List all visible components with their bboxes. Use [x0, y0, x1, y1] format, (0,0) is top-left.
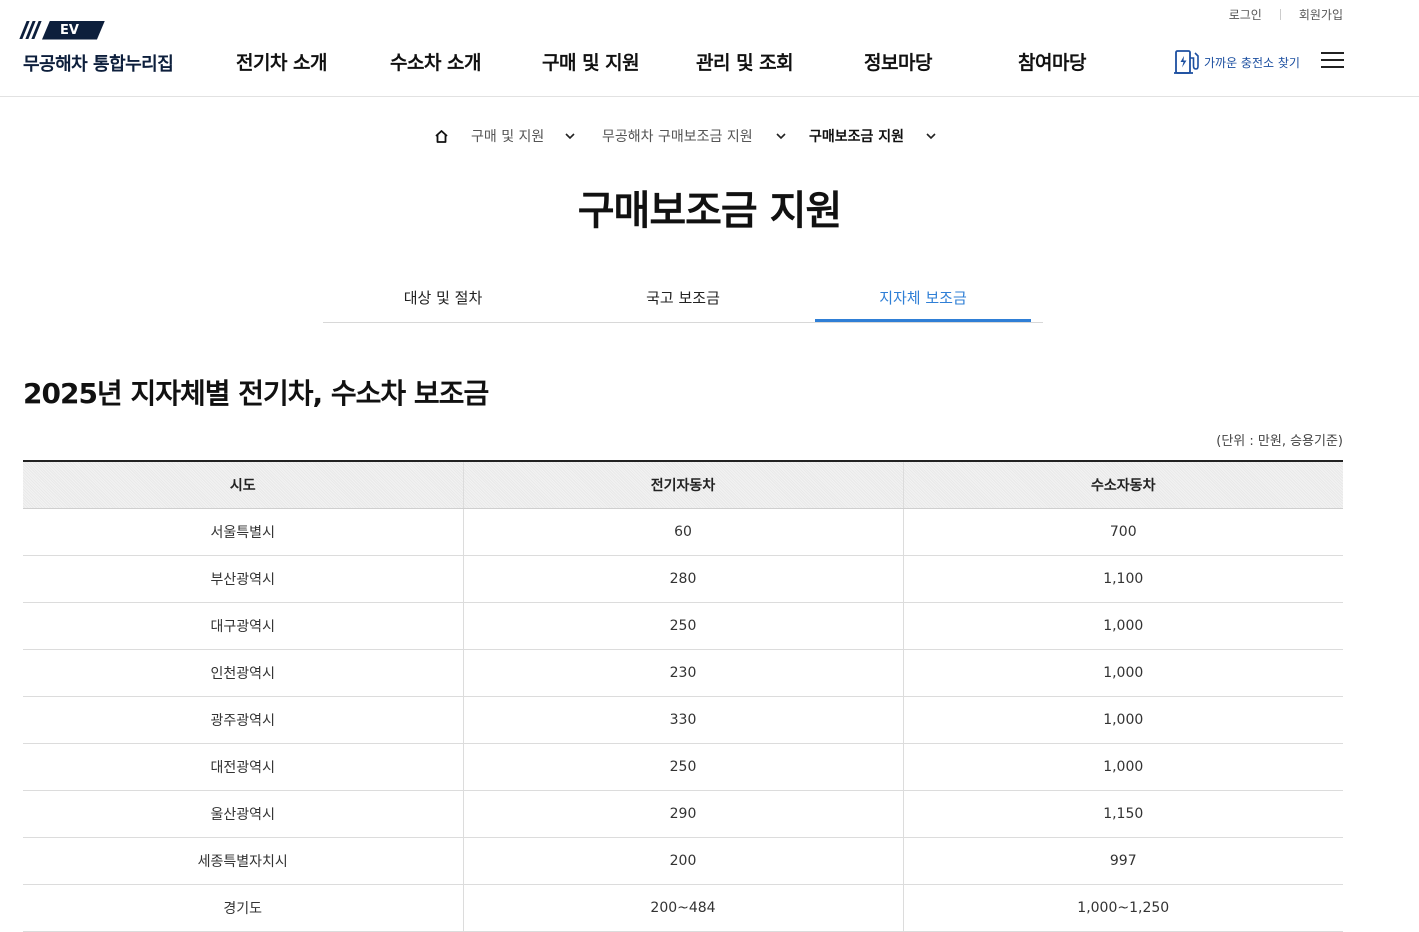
breadcrumb: 구매 및 지원 무공해차 구매보조금 지원 구매보조금 지원: [0, 126, 1419, 148]
cell-region: 울산광역시: [23, 790, 463, 838]
tab-national-subsidy[interactable]: 국고 보조금: [575, 280, 791, 322]
chevron-down-icon[interactable]: [563, 129, 577, 143]
logo-ev-badge: EV: [42, 21, 105, 40]
column-header-hydrogen: 수소자동차: [902, 461, 1343, 509]
unit-note: (단위 : 만원, 승용기준): [1216, 434, 1343, 449]
cell-ev-subsidy: 250: [462, 602, 903, 650]
ev-logo-mark: EV: [19, 20, 173, 40]
table-row: 대구광역시 250 1,000: [23, 602, 1343, 650]
section-title: 2025년 지자체별 전기차, 수소차 보조금: [23, 377, 489, 410]
cell-region: 경기도: [23, 884, 463, 932]
tab-local-subsidy[interactable]: 지자체 보조금: [815, 280, 1031, 322]
table-header-row: 시도 전기자동차 수소자동차: [23, 461, 1343, 509]
cell-region: 대전광역시: [23, 743, 463, 791]
subsidy-tabs: 대상 및 절차 국고 보조금 지자체 보조금: [323, 280, 1043, 323]
cell-region: 세종특별자치시: [23, 837, 463, 885]
cell-ev-subsidy: 250: [462, 743, 903, 791]
page-title: 구매보조금 지원: [577, 188, 843, 234]
cell-ev-subsidy: 60: [462, 508, 903, 556]
table-row: 서울특별시 60 700: [23, 508, 1343, 556]
nav-purchase-support[interactable]: 구매 및 지원: [542, 48, 640, 75]
table-row: 경기도 200~484 1,000~1,250: [23, 884, 1343, 932]
cell-ev-subsidy: 290: [462, 790, 903, 838]
site-header: EV 무공해차 통합누리집 로그인 회원가입 전기차 소개 수소차 소개 구매 …: [0, 0, 1419, 97]
logo-slashes: [19, 21, 42, 39]
nav-info[interactable]: 정보마당: [864, 48, 932, 75]
table-row: 인천광역시 230 1,000: [23, 649, 1343, 697]
util-divider: [1279, 9, 1281, 20]
column-header-region: 시도: [23, 461, 463, 509]
hamburger-menu-icon[interactable]: [1321, 52, 1344, 70]
charge-station-label: 가까운 충전소 찾기: [1204, 55, 1300, 70]
site-logo[interactable]: EV 무공해차 통합누리집: [19, 20, 174, 76]
find-charging-station-link[interactable]: 가까운 충전소 찾기: [1174, 48, 1300, 76]
cell-hydrogen-subsidy: 1,100: [902, 555, 1343, 603]
cell-ev-subsidy: 230: [462, 649, 903, 697]
cell-hydrogen-subsidy: 700: [902, 508, 1343, 556]
cell-region: 서울특별시: [23, 508, 463, 556]
cell-ev-subsidy: 280: [462, 555, 903, 603]
cell-ev-subsidy: 200: [462, 837, 903, 885]
table-row: 광주광역시 330 1,000: [23, 696, 1343, 744]
chevron-down-icon[interactable]: [924, 129, 938, 143]
cell-region: 광주광역시: [23, 696, 463, 744]
nav-manage-lookup[interactable]: 관리 및 조회: [696, 48, 794, 75]
login-link[interactable]: 로그인: [1229, 6, 1262, 23]
table-body: 서울특별시 60 700 부산광역시 280 1,100 대구광역시 250 1,000 인천광역…: [23, 508, 1343, 932]
cell-ev-subsidy: 200~484: [462, 884, 903, 932]
cell-hydrogen-subsidy: 1,000: [902, 743, 1343, 791]
cell-region: 부산광역시: [23, 555, 463, 603]
nav-ev-intro[interactable]: 전기차 소개: [236, 48, 328, 75]
charging-station-icon: [1174, 50, 1199, 74]
cell-hydrogen-subsidy: 1,150: [902, 790, 1343, 838]
nav-hydrogen-intro[interactable]: 수소차 소개: [390, 48, 482, 75]
home-icon[interactable]: [434, 129, 449, 144]
tab-target-procedure[interactable]: 대상 및 절차: [335, 280, 551, 322]
column-header-ev: 전기자동차: [462, 461, 903, 509]
chevron-down-icon[interactable]: [774, 129, 788, 143]
breadcrumb-item-subsidy-program[interactable]: 무공해차 구매보조금 지원: [602, 126, 753, 148]
cell-hydrogen-subsidy: 1,000~1,250: [902, 884, 1343, 932]
cell-region: 대구광역시: [23, 602, 463, 650]
table-row: 울산광역시 290 1,150: [23, 790, 1343, 838]
breadcrumb-item-purchase-support[interactable]: 구매 및 지원: [471, 126, 544, 148]
cell-hydrogen-subsidy: 1,000: [902, 696, 1343, 744]
signup-link[interactable]: 회원가입: [1299, 6, 1343, 23]
utility-links: 로그인 회원가입: [1229, 6, 1343, 23]
cell-region: 인천광역시: [23, 649, 463, 697]
subsidy-table: 시도 전기자동차 수소자동차 서울특별시 60 700 부산광역시 280 1,100 대구…: [23, 460, 1343, 932]
cell-ev-subsidy: 330: [462, 696, 903, 744]
table-row: 부산광역시 280 1,100: [23, 555, 1343, 603]
cell-hydrogen-subsidy: 1,000: [902, 602, 1343, 650]
site-name: 무공해차 통합누리집: [23, 54, 174, 75]
table-row: 대전광역시 250 1,000: [23, 743, 1343, 791]
nav-participation[interactable]: 참여마당: [1018, 48, 1086, 75]
cell-hydrogen-subsidy: 1,000: [902, 649, 1343, 697]
cell-hydrogen-subsidy: 997: [902, 837, 1343, 885]
table-row: 세종특별자치시 200 997: [23, 837, 1343, 885]
breadcrumb-item-current[interactable]: 구매보조금 지원: [809, 126, 904, 148]
subsidy-table-container: 시도 전기자동차 수소자동차 서울특별시 60 700 부산광역시 280 1,100 대구…: [23, 460, 1343, 932]
